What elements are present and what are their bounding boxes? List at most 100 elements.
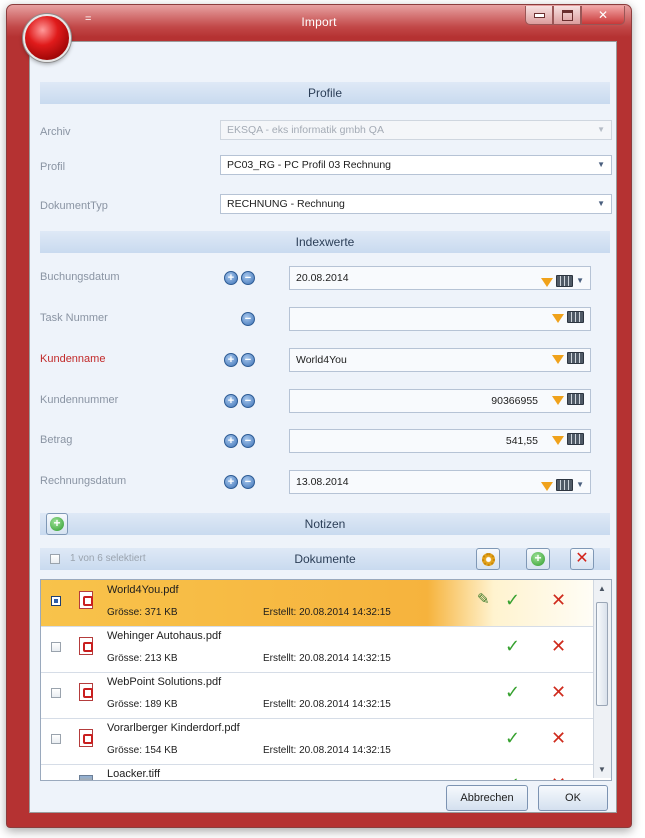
pdf-file-icon [79, 683, 93, 701]
document-created: Erstellt: 20.08.2014 14:32:15 [263, 745, 391, 756]
keyboard-icon[interactable] [567, 352, 584, 364]
indexwerte-section-header: Indexwerte [40, 231, 610, 253]
profile-section-header: Profile [40, 82, 610, 104]
title-bar[interactable]: = Import ✕ [7, 5, 631, 62]
document-list-scrollbar[interactable]: ▲ ▼ [593, 580, 611, 778]
accept-check-icon[interactable]: ✓ [505, 636, 520, 657]
row-checkbox[interactable] [51, 596, 61, 606]
row-checkbox[interactable] [51, 642, 61, 652]
add-value-icon[interactable]: + [224, 353, 238, 367]
field-icons [552, 433, 584, 445]
pdf-file-icon [79, 637, 93, 655]
archiv-value: EKSQA - eks informatik gmbh QA [227, 124, 384, 136]
import-arrow-icon[interactable] [552, 435, 564, 445]
scroll-down-icon[interactable]: ▼ [598, 765, 606, 774]
chevron-down-icon[interactable]: ▼ [576, 474, 584, 496]
remove-value-icon[interactable]: − [241, 312, 255, 326]
remove-value-icon[interactable]: − [241, 475, 255, 489]
document-row[interactable]: World4You.pdf Grösse: 371 KB Erstellt: 2… [41, 580, 593, 627]
keyboard-icon[interactable] [567, 311, 584, 323]
chevron-down-icon[interactable]: ▼ [597, 156, 605, 174]
document-row[interactable]: WebPoint Solutions.pdf Grösse: 189 KB Er… [41, 672, 593, 719]
scrollbar-thumb[interactable] [596, 602, 608, 706]
import-arrow-icon[interactable] [552, 395, 564, 405]
document-row[interactable]: Loacker.tiff ✓ ✕ [41, 764, 593, 781]
add-value-icon[interactable]: + [224, 475, 238, 489]
keyboard-icon[interactable] [556, 479, 574, 491]
profil-combo[interactable]: PC03_RG - PC Profil 03 Rechnung ▼ [220, 155, 612, 175]
task-nummer-input[interactable] [289, 307, 591, 331]
betrag-value: 541,55 [505, 435, 538, 447]
dokumenttyp-combo[interactable]: RECHNUNG - Rechnung ▼ [220, 194, 612, 214]
edit-pencil-icon[interactable]: ✎ [477, 590, 490, 608]
add-icon: + [50, 517, 64, 531]
remove-value-icon[interactable]: − [241, 353, 255, 367]
betrag-input[interactable]: 541,55 [289, 429, 591, 453]
delete-x-icon[interactable]: ✕ [551, 682, 566, 703]
scroll-up-icon[interactable]: ▲ [598, 584, 606, 593]
row-checkbox[interactable] [51, 780, 61, 781]
keyboard-icon[interactable] [556, 275, 574, 287]
remove-value-icon[interactable]: − [241, 394, 255, 408]
kundenname-value-controls: + − [224, 353, 255, 367]
document-settings-button[interactable] [476, 548, 500, 570]
minimize-icon [533, 12, 545, 18]
rechnungsdatum-value: 13.08.2014 [296, 476, 349, 488]
keyboard-icon[interactable] [567, 433, 584, 445]
buchungsdatum-value-controls: + − [224, 271, 255, 285]
accept-check-icon[interactable]: ✓ [505, 728, 520, 749]
document-name: WebPoint Solutions.pdf [107, 676, 222, 688]
add-value-icon[interactable]: + [224, 434, 238, 448]
betrag-value-controls: + − [224, 434, 255, 448]
buchungsdatum-input[interactable]: 20.08.2014 ▼ [289, 266, 591, 290]
chevron-down-icon[interactable]: ▼ [576, 270, 584, 292]
accept-check-icon[interactable]: ✓ [505, 682, 520, 703]
archiv-label: Archiv [40, 126, 71, 138]
import-arrow-icon[interactable] [541, 277, 554, 287]
chevron-down-icon[interactable]: ▼ [597, 195, 605, 213]
add-value-icon[interactable]: + [224, 394, 238, 408]
document-created: Erstellt: 20.08.2014 14:32:15 [263, 607, 391, 618]
delete-x-icon[interactable]: ✕ [551, 774, 566, 780]
kundennummer-input[interactable]: 90366955 [289, 389, 591, 413]
document-row[interactable]: Wehinger Autohaus.pdf Grösse: 213 KB Ers… [41, 626, 593, 673]
field-icons [552, 393, 584, 405]
row-checkbox[interactable] [51, 734, 61, 744]
import-arrow-icon[interactable] [541, 481, 554, 491]
kundenname-label: Kundenname [40, 353, 106, 365]
rechnungsdatum-label: Rechnungsdatum [40, 475, 127, 487]
remove-value-icon[interactable]: − [241, 271, 255, 285]
rechnungsdatum-input[interactable]: 13.08.2014 ▼ [289, 470, 591, 494]
import-arrow-icon[interactable] [552, 313, 564, 323]
cancel-button[interactable]: Abbrechen [446, 785, 528, 811]
dokumenttyp-value: RECHNUNG - Rechnung [227, 198, 345, 210]
delete-x-icon[interactable]: ✕ [551, 590, 566, 611]
add-note-button[interactable]: + [46, 513, 68, 535]
keyboard-icon[interactable] [567, 393, 584, 405]
accept-check-icon[interactable]: ✓ [505, 774, 520, 780]
maximize-button[interactable] [553, 6, 581, 25]
rechnungsdatum-value-controls: + − [224, 475, 255, 489]
maximize-icon [561, 9, 573, 21]
row-checkbox[interactable] [51, 688, 61, 698]
remove-value-icon[interactable]: − [241, 434, 255, 448]
import-arrow-icon[interactable] [552, 354, 564, 364]
buchungsdatum-value: 20.08.2014 [296, 272, 349, 284]
task-nummer-value-controls: − [241, 312, 255, 326]
chevron-down-icon: ▼ [597, 125, 605, 134]
add-document-button[interactable]: + [526, 548, 550, 570]
kundenname-input[interactable]: World4You [289, 348, 591, 372]
accept-check-icon[interactable]: ✓ [505, 590, 520, 611]
close-button[interactable]: ✕ [581, 6, 625, 25]
delete-x-icon[interactable]: ✕ [551, 728, 566, 749]
minimize-button[interactable] [525, 6, 553, 25]
document-row[interactable]: Vorarlberger Kinderdorf.pdf Grösse: 154 … [41, 718, 593, 765]
select-all-checkbox[interactable] [50, 554, 60, 564]
remove-all-documents-button[interactable]: ✕ [570, 548, 594, 570]
document-list[interactable]: World4You.pdf Grösse: 371 KB Erstellt: 2… [40, 579, 612, 781]
add-value-icon[interactable]: + [224, 271, 238, 285]
delete-x-icon[interactable]: ✕ [551, 636, 566, 657]
application-orb-button[interactable] [23, 14, 71, 62]
add-icon: + [531, 552, 545, 566]
ok-button[interactable]: OK [538, 785, 608, 811]
